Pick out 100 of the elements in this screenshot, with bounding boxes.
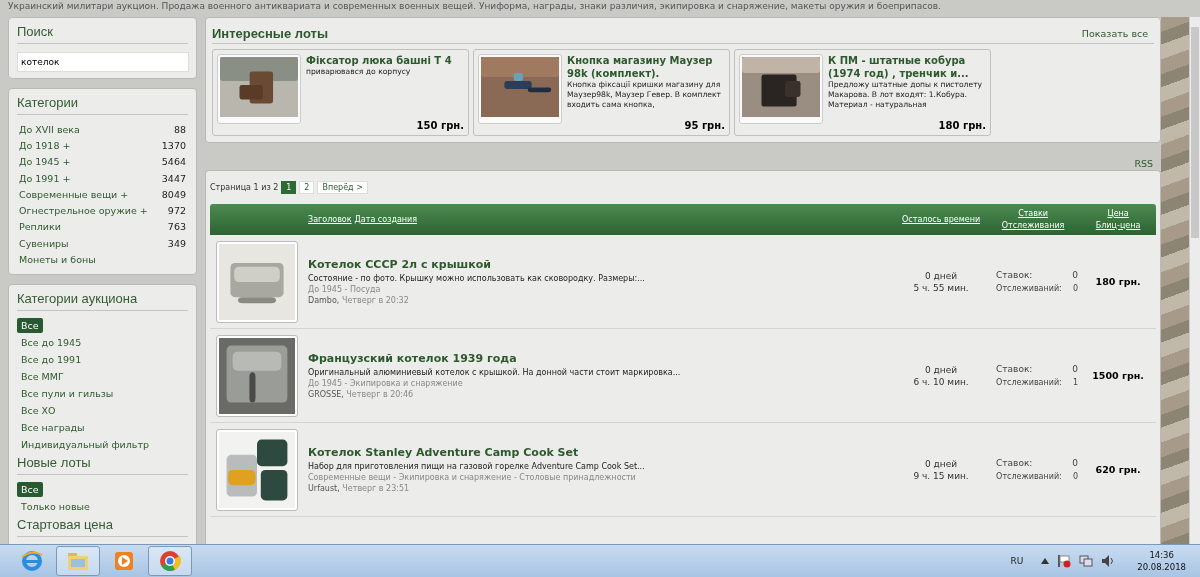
category-count: 1370 (161, 139, 186, 151)
lot-title[interactable]: Котелок Stanley Adventure Camp Cook Set (308, 445, 645, 459)
filter-option[interactable]: Все ХО (17, 402, 60, 418)
filter-option[interactable]: Все (17, 481, 43, 497)
lot-title[interactable]: Кнопка магазину Маузер 98k (комплект). (567, 54, 725, 80)
lot-category: До 1945 - Посуда (308, 283, 382, 295)
show-hidden-icons-icon[interactable] (1041, 558, 1050, 565)
lot-title[interactable]: Фіксатор люка башні Т 4 (306, 54, 464, 67)
category-link[interactable]: Реплики (19, 221, 61, 233)
filter-option[interactable]: Все (17, 317, 43, 333)
author-name[interactable]: Urfaust, (308, 483, 340, 493)
lot-category: Современные вещи - Экипировка и снаряжение - Столовые принадлежности (308, 471, 637, 483)
bids-label: Ставок: (996, 268, 1033, 282)
lot-title[interactable]: К ПМ - штатные кобура (1974 год) , тренчик и... (828, 54, 986, 80)
category-count: 972 (167, 205, 186, 217)
clock[interactable]: 14:36 20.08.2018 (1137, 549, 1186, 574)
category-count: 5464 (161, 156, 186, 168)
rss-link[interactable]: RSS (1134, 158, 1154, 169)
category-link[interactable]: До 1945 + (19, 156, 71, 168)
lot-description: Оригинальный алюминиевый котелок с крышкой. На донной части стоит маркировка... (308, 366, 681, 378)
panel-heading: Категории (17, 95, 188, 115)
category-link[interactable]: До 1918 + (19, 139, 71, 151)
panel-heading: Стартовая цена (17, 516, 188, 537)
watchers-label: Отслеживаний: (996, 470, 1062, 483)
filter-option[interactable]: Все до 1991 (17, 351, 86, 367)
network-icon[interactable] (1079, 554, 1094, 569)
speaker-icon[interactable] (1101, 554, 1116, 569)
filter-option[interactable]: Все до 1945 (17, 334, 86, 350)
category-count: 88 (173, 123, 186, 135)
panel-heading: Новые лоты (17, 454, 188, 475)
sort-link[interactable]: Цена (1107, 207, 1129, 220)
time-left: 6 ч. 10 мин. (913, 375, 969, 388)
time-left: 5 ч. 55 мин. (913, 281, 969, 294)
bids-count: 0 (1072, 268, 1079, 282)
category-count: 763 (167, 221, 186, 233)
category-link[interactable]: Современные вещи + (19, 188, 129, 200)
watchers-count: 0 (1073, 282, 1079, 295)
panel-heading: Поиск (17, 24, 188, 44)
sort-link[interactable]: Блиц-цена (1095, 219, 1141, 232)
watchers-count: 0 (1073, 470, 1079, 483)
page-label: Страница 1 из 2 (210, 182, 279, 192)
time-left: 0 дней (925, 363, 958, 376)
lot-price: 180 грн. (1095, 276, 1141, 287)
lot-price: 150 грн. (415, 120, 464, 131)
watchers-label: Отслеживаний: (996, 376, 1062, 389)
filter-option[interactable]: Все пули и гильзы (17, 385, 118, 401)
panel-heading: Категории аукциона (17, 290, 188, 311)
lot-category: До 1945 - Экипировка и снаряжение (308, 377, 464, 389)
category-link[interactable]: До XVII века (19, 123, 80, 135)
time-left: 0 дней (925, 269, 958, 282)
category-link[interactable]: Огнестрельное оружие + (19, 205, 148, 217)
sort-link[interactable]: Отслеживания (1001, 219, 1065, 232)
category-count: 8049 (161, 188, 186, 200)
language-indicator[interactable]: RU (1010, 556, 1024, 567)
bids-label: Ставок: (996, 456, 1033, 470)
sort-link[interactable]: Заголовок (308, 213, 352, 226)
author-name[interactable]: GROSSE, (308, 389, 344, 399)
lot-price: 620 грн. (1095, 464, 1141, 475)
page-button[interactable]: 1 (281, 180, 297, 194)
filter-option[interactable]: Все ММГ (17, 368, 68, 384)
search-field[interactable]: котелок (17, 52, 189, 72)
folder-icon (66, 550, 90, 573)
sort-link[interactable]: Ставки (1018, 207, 1049, 220)
lot-date: Четверг в 20:46 (346, 389, 414, 399)
taskbar-button[interactable] (56, 546, 100, 577)
bids-count: 0 (1072, 362, 1079, 376)
lot-title[interactable]: Котелок СССР 2л с крышкой (308, 257, 645, 271)
show-all-link[interactable]: Показать все (1081, 28, 1149, 39)
category-count: 349 (167, 237, 186, 249)
next-page-button[interactable]: Вперёд > (317, 180, 368, 194)
scrollbar[interactable] (1189, 17, 1200, 545)
browser-icon (20, 549, 44, 574)
category-count: 3447 (161, 172, 186, 184)
filter-option[interactable]: Индивидуальный фильтр (17, 436, 153, 452)
filter-option[interactable]: Только новые (17, 498, 94, 514)
time-left: 9 ч. 15 мин. (913, 469, 969, 482)
bids-count: 0 (1072, 456, 1079, 470)
lot-description: Состояние - по фото. Крышку можно использовать как сковородку. Размеры:... (308, 272, 645, 284)
time-left: 0 дней (925, 457, 958, 470)
chrome-icon (158, 549, 182, 574)
lot-price: 95 грн. (683, 120, 725, 131)
taskbar-button[interactable] (148, 546, 192, 577)
media-player-icon (114, 551, 134, 572)
watchers-count: 1 (1073, 376, 1079, 389)
flag-icon[interactable] (1057, 554, 1072, 569)
site-tagline: Украинский милитари аукцион. Продажа военного антиквариата и современных военных вещей. Униформа, награды, знаки различия, экипировка и снаряжение, макеты оружия и боеприпасов. (7, 0, 942, 12)
lot-title[interactable]: Французский котелок 1939 года (308, 351, 681, 365)
lot-date: Четверг в 23:51 (342, 483, 410, 493)
author-name[interactable]: Dambo, (308, 295, 340, 305)
category-link[interactable]: До 1991 + (19, 172, 71, 184)
sort-link[interactable]: Дата создания (354, 213, 418, 226)
watchers-label: Отслеживаний: (996, 282, 1062, 295)
bids-label: Ставок: (996, 362, 1033, 376)
category-link[interactable]: Монеты и боны (19, 254, 96, 265)
filter-option[interactable]: Все награды (17, 419, 89, 435)
lot-price: 180 грн. (937, 120, 986, 131)
lot-description: Набор для приготовления пищи на газовой горелке Adventure Camp Cook Set... (308, 460, 645, 472)
sort-link[interactable]: Осталось времени (902, 213, 981, 226)
category-link[interactable]: Сувениры (19, 237, 69, 249)
page-button[interactable]: 2 (299, 180, 315, 194)
